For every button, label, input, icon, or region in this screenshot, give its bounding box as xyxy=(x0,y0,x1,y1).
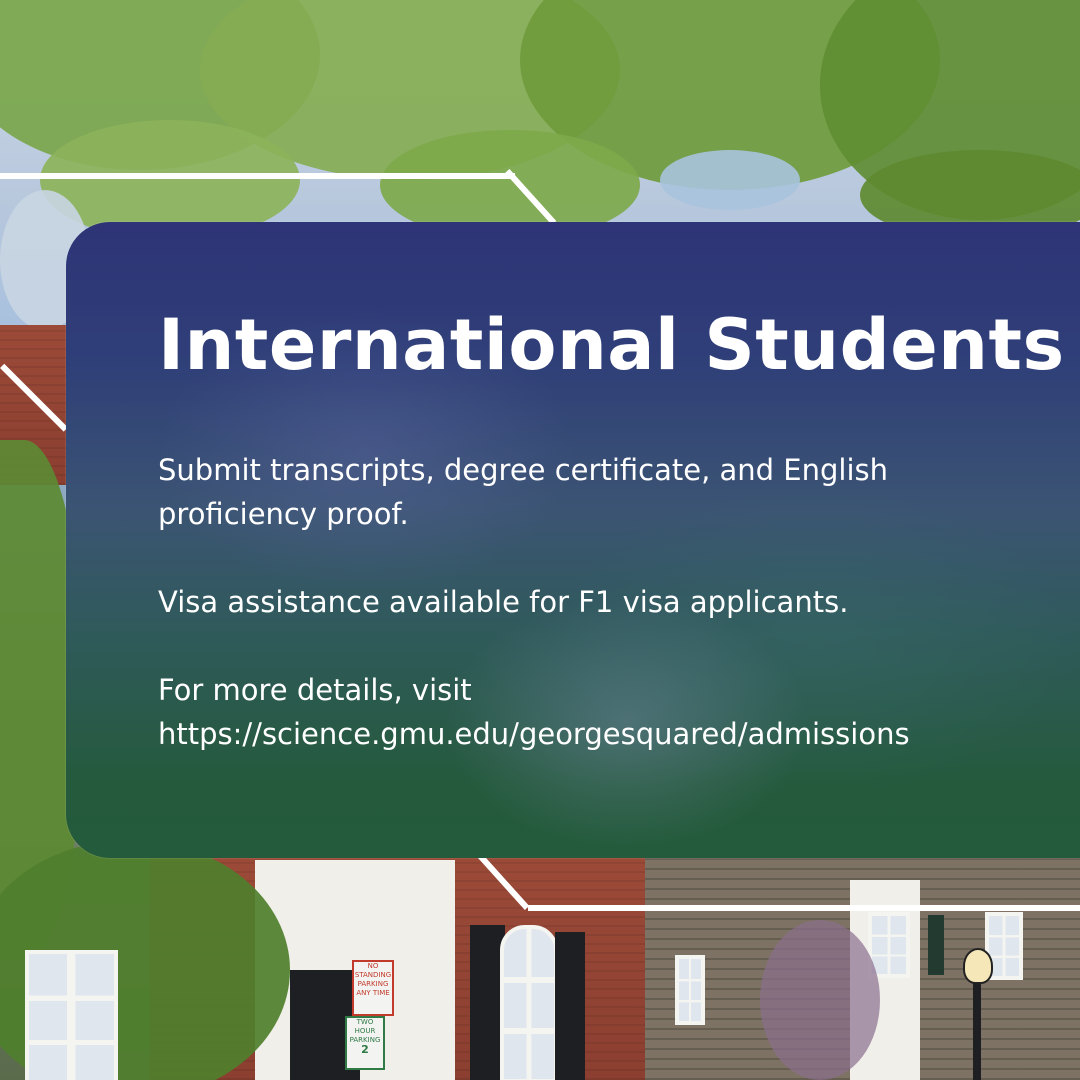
street-lamp-post xyxy=(973,980,981,1080)
details-text: For more details, visit https://science.… xyxy=(158,668,1018,756)
arched-window xyxy=(500,925,558,1080)
details-intro: For more details, visit xyxy=(158,673,472,707)
street-lamp-globe xyxy=(963,948,993,984)
no-standing-sign: NO STANDING PARKING ANY TIME xyxy=(352,960,394,1016)
house-shutter xyxy=(928,915,944,975)
house-window-left xyxy=(25,950,118,1080)
two-hour-sign-text: TWO HOUR PARKING xyxy=(349,1018,381,1044)
page-title: International Students xyxy=(158,304,1065,386)
decorative-line-bottom xyxy=(528,905,1080,911)
zone-number: 2 xyxy=(361,1043,369,1056)
flowering-tree xyxy=(760,920,880,1080)
details-url: https://science.gmu.edu/georgesquared/ad… xyxy=(158,717,910,751)
house-window-1 xyxy=(675,955,705,1025)
visa-text: Visa assistance available for F1 visa ap… xyxy=(158,585,849,619)
requirements-text: Submit transcripts, degree certificate, … xyxy=(158,453,888,531)
two-hour-sign: TWO HOUR PARKING 2 xyxy=(345,1016,385,1070)
no-standing-sign-text: NO STANDING PARKING ANY TIME xyxy=(354,962,392,997)
shutter-right xyxy=(555,932,585,1080)
decorative-line-top xyxy=(0,173,515,179)
